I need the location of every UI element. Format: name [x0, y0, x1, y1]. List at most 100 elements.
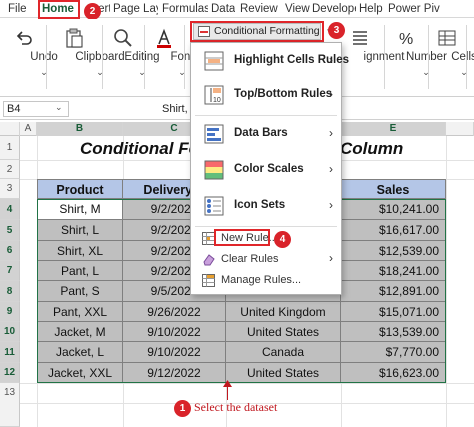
row-header[interactable]: 11 [0, 342, 20, 363]
cells-group[interactable]: Cells ⌄ [430, 19, 474, 97]
table-cell-product[interactable]: Shirt, L [37, 220, 123, 241]
column-header-e[interactable]: E [341, 122, 446, 136]
row-header[interactable]: 9 [0, 302, 20, 322]
tab-developer[interactable]: Develope [312, 1, 356, 17]
font-group[interactable]: Font ⌄ [146, 19, 194, 97]
divider [102, 25, 103, 89]
editing-group[interactable]: Editing ⌄ [104, 19, 160, 97]
table-cell-date[interactable]: 9/10/2022 [123, 342, 226, 363]
table-cell-date[interactable]: 9/12/2022 [123, 363, 226, 383]
table-cell-sales[interactable]: $7,770.00 [341, 342, 446, 363]
table-cell-product[interactable]: Jacket, L [37, 342, 123, 363]
menu-item-color-scales[interactable]: Color Scales › [191, 154, 341, 186]
undo-group[interactable]: Undo ⌄ [4, 19, 58, 97]
data-bars-icon [204, 124, 224, 144]
clipboard-group[interactable]: Clipboard ⌄ [48, 19, 125, 97]
highlight-cells-icon [204, 51, 224, 71]
select-all-corner[interactable] [0, 122, 20, 136]
cf-button-highlight [190, 21, 324, 42]
conditional-formatting-menu: Highlight Cells Rules › 10 Top/Bottom Ru… [190, 42, 349, 295]
table-cell-region[interactable]: United Kingdom [226, 302, 341, 322]
tab-power-pivot[interactable]: Power Piv [388, 1, 472, 17]
chevron-down-icon: ⌄ [460, 67, 468, 77]
tab-file[interactable]: File [8, 1, 30, 17]
menu-item-label: Clear Rules [221, 253, 279, 265]
row-header[interactable]: 4 [0, 199, 20, 220]
row-header[interactable]: 10 [0, 322, 20, 342]
table-cell-product[interactable]: Pant, L [37, 261, 123, 281]
row-header[interactable]: 6 [0, 241, 20, 261]
table-cell-product[interactable]: Shirt, M [37, 199, 123, 220]
table-cell-product[interactable]: Jacket, XXL [37, 363, 123, 383]
menu-divider [195, 226, 337, 227]
new-rule-highlight [214, 229, 270, 246]
row-header[interactable]: 8 [0, 281, 20, 302]
table-cell-region[interactable]: Canada [226, 342, 341, 363]
divider [428, 25, 429, 89]
row-header[interactable]: 5 [0, 220, 20, 241]
menu-item-top-bottom-rules[interactable]: 10 Top/Bottom Rules › [191, 79, 341, 111]
table-cell-product[interactable]: Pant, XXL [37, 302, 123, 322]
svg-text:10: 10 [213, 97, 221, 104]
percent-icon: % [399, 31, 413, 48]
menu-item-clear-rules[interactable]: Clear Rules › [191, 250, 341, 270]
divider [144, 25, 145, 89]
menu-item-highlight-cells-rules[interactable]: Highlight Cells Rules › [191, 45, 349, 77]
manage-rules-icon [202, 274, 215, 287]
row-header[interactable]: 2 [0, 160, 20, 179]
menu-item-manage-rules[interactable]: Manage Rules... [191, 271, 341, 291]
tab-data[interactable]: Data [211, 1, 235, 17]
number-group[interactable]: % Number ⌄ [386, 19, 447, 97]
table-cell-date[interactable]: 9/10/2022 [123, 322, 226, 342]
svg-text:%: % [399, 31, 413, 48]
menu-item-label: Data Bars [234, 127, 288, 139]
cells-label: Cells [451, 51, 474, 63]
menu-item-label: Icon Sets [234, 199, 286, 211]
tab-view[interactable]: View [285, 1, 311, 17]
chevron-down-icon: ⌄ [55, 102, 63, 112]
menu-divider [195, 115, 337, 116]
column-header-a[interactable]: A [20, 122, 37, 136]
table-cell-date[interactable]: 9/26/2022 [123, 302, 226, 322]
align-icon [353, 31, 367, 45]
table-cell-product[interactable]: Jacket, M [37, 322, 123, 342]
tab-page-layout[interactable]: Page Layo [113, 1, 158, 17]
clipboard-icon [66, 28, 83, 48]
callout-text: Select the dataset [194, 400, 278, 414]
row-header[interactable]: 7 [0, 261, 20, 281]
column-header-b[interactable]: B [37, 122, 123, 136]
row-header[interactable]: 12 [0, 363, 20, 383]
table-cell-sales[interactable]: $16,623.00 [341, 363, 446, 383]
icon-sets-icon [204, 196, 224, 216]
color-scales-icon [204, 160, 224, 180]
row-header[interactable]: 13 [0, 383, 20, 427]
tab-formulas[interactable]: Formulas [162, 1, 208, 17]
table-cell-product[interactable]: Shirt, XL [37, 241, 123, 261]
tab-review[interactable]: Review [240, 1, 280, 17]
table-cell-product[interactable]: Pant, S [37, 281, 123, 302]
table-cell-sales[interactable]: $15,071.00 [341, 302, 446, 322]
divider [384, 25, 385, 89]
gridline [20, 383, 474, 384]
table-cell-sales[interactable]: $13,539.00 [341, 322, 446, 342]
arrow-up-icon [223, 380, 232, 387]
header-product[interactable]: Product [37, 179, 123, 199]
chevron-right-icon: › [329, 87, 333, 101]
table-cell-region[interactable]: United States [226, 363, 341, 383]
menu-item-icon-sets[interactable]: Icon Sets › [191, 190, 341, 222]
chevron-right-icon: › [329, 53, 333, 67]
step-badge-4: 4 [274, 231, 291, 248]
table-cell-sales[interactable]: $12,891.00 [341, 281, 446, 302]
column-header-f[interactable] [446, 122, 474, 136]
table-cell-sales[interactable]: $10,241.00 [341, 199, 446, 220]
table-cell-sales[interactable]: $18,241.00 [341, 261, 446, 281]
row-header[interactable]: 1 [0, 136, 20, 160]
header-sales[interactable]: Sales [341, 179, 446, 199]
table-cell-sales[interactable]: $16,617.00 [341, 220, 446, 241]
table-cell-sales[interactable]: $12,539.00 [341, 241, 446, 261]
table-cell-region[interactable]: United States [226, 322, 341, 342]
menu-item-data-bars[interactable]: Data Bars › [191, 118, 341, 150]
tab-help[interactable]: Help [359, 1, 383, 17]
sheet-title-right: Column [340, 139, 404, 158]
row-header[interactable]: 3 [0, 179, 20, 199]
